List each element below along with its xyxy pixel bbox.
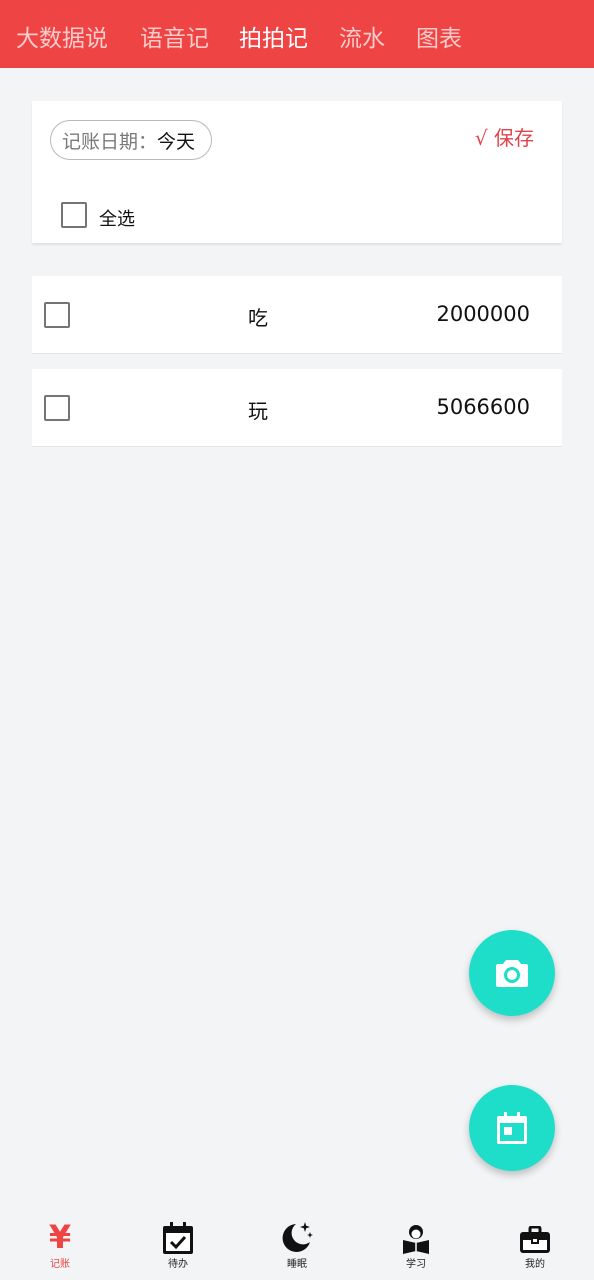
top-tab-bar: 大数据说 语音记 拍拍记 流水 图表 xyxy=(0,0,594,68)
nav-item-todo[interactable]: 待办 xyxy=(138,1210,218,1270)
select-all-checkbox[interactable] xyxy=(61,202,87,228)
tab-photo[interactable]: 拍拍记 xyxy=(239,19,308,53)
reading-person-icon xyxy=(403,1225,429,1254)
nav-label: 我的 xyxy=(525,1259,545,1270)
moon-stars-icon xyxy=(282,1222,313,1252)
date-label: 记账日期： xyxy=(62,130,158,153)
toolbox-icon xyxy=(520,1226,550,1253)
nav-item-study[interactable]: 学习 xyxy=(376,1210,456,1270)
nav-item-sleep[interactable]: 睡眠 xyxy=(257,1210,337,1270)
tab-flow[interactable]: 流水 xyxy=(339,19,385,53)
record-row: 玩 5066600 xyxy=(32,369,562,447)
record-checkbox[interactable] xyxy=(44,395,70,421)
camera-fab-button[interactable] xyxy=(469,930,555,1016)
yuan-icon: ¥ xyxy=(48,1218,72,1256)
nav-item-bookkeeping[interactable]: ¥ 记账 xyxy=(20,1210,100,1270)
calendar-icon xyxy=(497,1112,527,1144)
nav-label: 睡眠 xyxy=(287,1259,307,1270)
record-category: 吃 xyxy=(248,306,268,330)
tab-chart[interactable]: 图表 xyxy=(416,19,462,53)
calendar-fab-button[interactable] xyxy=(469,1085,555,1171)
nav-label: 待办 xyxy=(168,1259,188,1270)
header-card: 记账日期： 今天 √ 保存 全选 xyxy=(32,101,562,243)
record-amount: 5066600 xyxy=(436,395,530,419)
tab-voice[interactable]: 语音记 xyxy=(140,19,209,53)
select-all-label: 全选 xyxy=(99,209,135,230)
nav-label: 记账 xyxy=(50,1259,70,1270)
record-category: 玩 xyxy=(248,399,268,423)
nav-item-mine[interactable]: 我的 xyxy=(495,1210,575,1270)
tab-big-data[interactable]: 大数据说 xyxy=(16,19,108,53)
record-checkbox[interactable] xyxy=(44,302,70,328)
date-picker-pill[interactable]: 记账日期： 今天 xyxy=(50,120,212,160)
record-row: 吃 2000000 xyxy=(32,276,562,354)
record-amount: 2000000 xyxy=(436,302,530,326)
bottom-nav: ¥ 记账 待办 睡眠 学习 我的 xyxy=(0,1210,594,1280)
date-value: 今天 xyxy=(157,130,196,153)
camera-icon xyxy=(496,960,528,987)
calendar-check-icon xyxy=(163,1222,193,1254)
save-button[interactable]: √ 保存 xyxy=(475,122,534,151)
nav-label: 学习 xyxy=(406,1259,426,1270)
